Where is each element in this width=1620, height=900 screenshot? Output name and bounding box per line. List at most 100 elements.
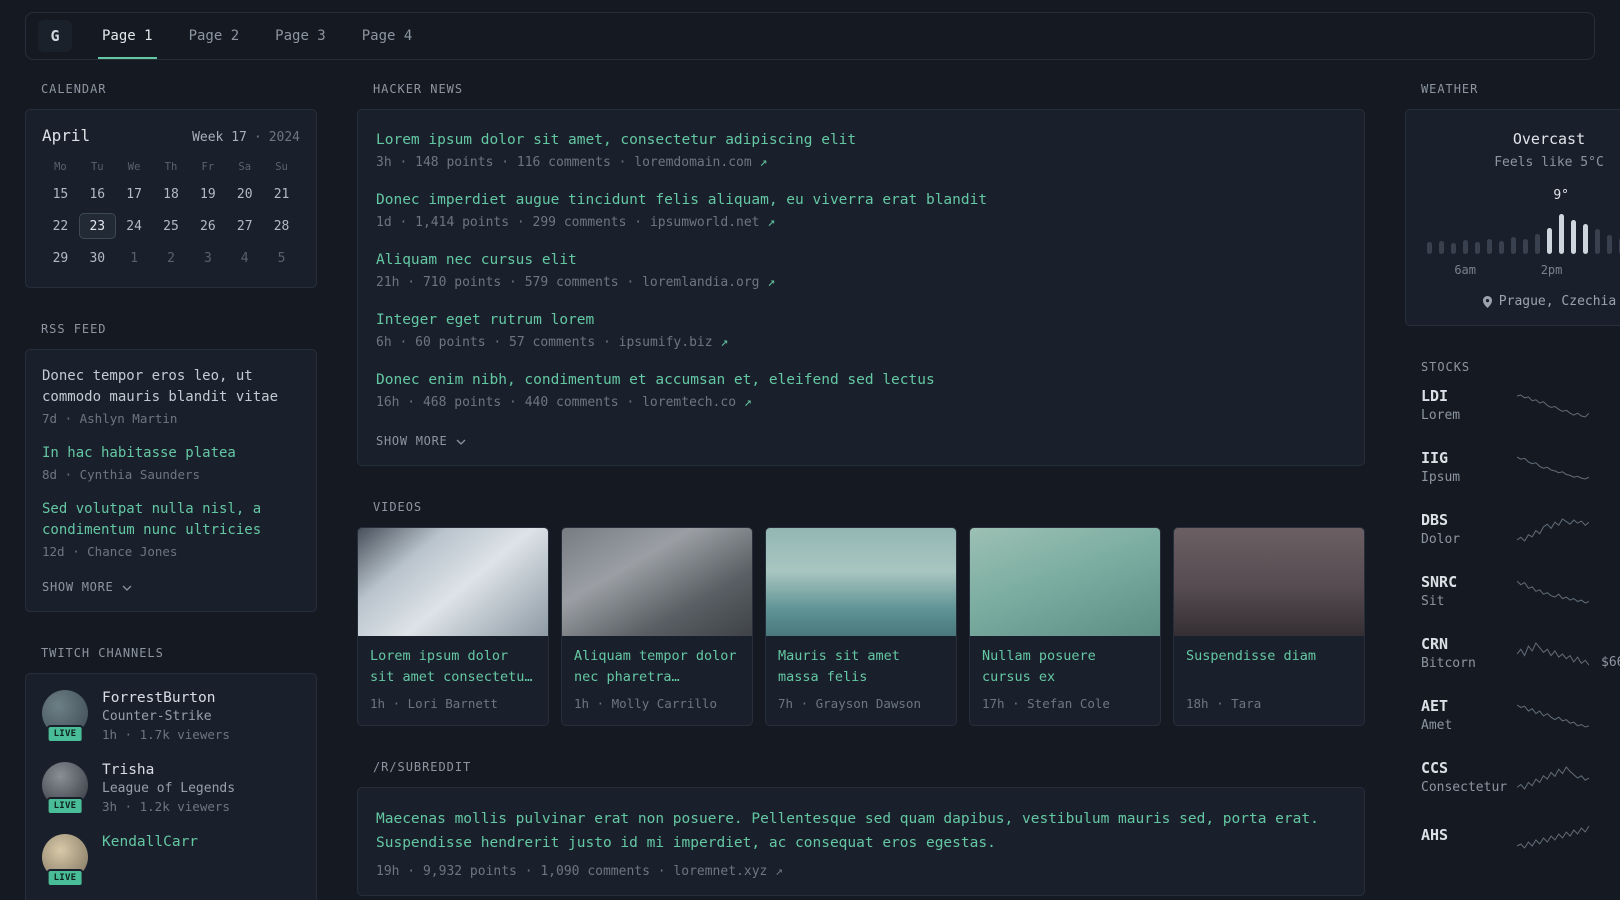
stock-row[interactable]: IIG Ipsum +2.84% $42.04 <box>1421 449 1620 485</box>
tab-page-4[interactable]: Page 4 <box>358 13 417 59</box>
hn-item-meta: 6h · 60 points · 57 comments · ipsumify.… <box>376 335 1346 350</box>
show-more-label: SHOW MORE <box>42 580 114 594</box>
stock-values: +0.51% $165.84 <box>1601 760 1620 794</box>
video-body: Aliquam tempor dolor nec pharetra… 1h · … <box>562 636 752 725</box>
video-card[interactable]: Nullam posuere cursus ex 17h · Stefan Co… <box>969 527 1161 727</box>
stock-sparkline <box>1516 638 1590 668</box>
stock-name: Bitcorn <box>1421 656 1476 671</box>
stock-symbol: AHS <box>1421 825 1449 844</box>
video-title[interactable]: Aliquam tempor dolor nec pharetra… <box>574 646 740 688</box>
video-thumbnail[interactable] <box>358 528 548 637</box>
stock-row[interactable]: AHS +0.46% <box>1421 821 1620 851</box>
subreddit-domain-link[interactable]: loremnet.xyz <box>673 864 767 879</box>
hn-item-domain-link[interactable]: loremlandia.org <box>642 275 759 290</box>
app-logo[interactable]: G <box>38 20 72 52</box>
hacker-news-widget: HACKER NEWS Lorem ipsum dolor sit amet, … <box>357 82 1365 467</box>
video-thumbnail[interactable] <box>562 528 752 637</box>
video-card[interactable]: Suspendisse diam 18h · Tara <box>1173 527 1365 727</box>
video-title[interactable]: Lorem ipsum dolor sit amet consectetu… <box>370 646 536 688</box>
twitch-channel-row[interactable]: LIVE ForrestBurton Counter-Strike 1h · 1… <box>42 690 300 743</box>
hn-item-domain-link[interactable]: ipsumify.biz <box>619 335 713 350</box>
twitch-channel-category[interactable]: Counter-Strike <box>102 709 230 724</box>
stock-sparkline <box>1516 762 1590 792</box>
rss-widget: RSS FEED Donec tempor eros leo, ut commo… <box>25 322 317 612</box>
video-thumbnail[interactable] <box>970 528 1160 637</box>
stock-sparkline <box>1516 514 1590 544</box>
stock-name: Consectetur <box>1421 780 1508 795</box>
page-tabs: Page 1 Page 2 Page 3 Page 4 <box>98 13 444 59</box>
rss-item-title[interactable]: Sed volutpat nulla nisl, a condimentum n… <box>42 499 300 541</box>
hn-item-title[interactable]: Donec enim nibh, condimentum et accumsan… <box>376 370 1346 391</box>
left-column: CALENDAR April Week 17 · 2024 Mo Tu We T… <box>25 82 317 900</box>
tab-page-1[interactable]: Page 1 <box>98 13 157 59</box>
hn-item-title[interactable]: Lorem ipsum dolor sit amet, consectetur … <box>376 130 1346 151</box>
video-thumbnail[interactable] <box>1174 528 1364 637</box>
stock-row[interactable]: LDI Lorem +4.35% $795.18 <box>1421 387 1620 423</box>
calendar-day: 28 <box>273 219 290 234</box>
stocks-widget: STOCKS LDI Lorem +4.35% $795.18 IIG <box>1405 360 1620 851</box>
stocks-widget-title: STOCKS <box>1421 360 1471 374</box>
stock-row[interactable]: SNRC Sit +1.36% $148.64 <box>1421 573 1620 609</box>
stock-price: $499.72 <box>1601 717 1620 732</box>
stock-id: DBS Dolor <box>1421 511 1517 547</box>
twitch-channel-name[interactable]: Trisha <box>102 762 235 778</box>
video-card[interactable]: Lorem ipsum dolor sit amet consectetu… 1… <box>357 527 549 727</box>
video-meta: 7h · Grayson Dawson <box>778 696 921 712</box>
stock-row[interactable]: DBS Dolor +1.42% $156.28 <box>1421 511 1620 547</box>
twitch-channel-row[interactable]: LIVE Trisha League of Legends 3h · 1.2k … <box>42 762 300 815</box>
video-title[interactable]: Nullam posuere cursus ex <box>982 646 1148 688</box>
subreddit-post-title[interactable]: Maecenas mollis pulvinar erat non posuer… <box>376 808 1346 856</box>
hacker-news-widget-title: HACKER NEWS <box>373 82 464 96</box>
video-thumbnail[interactable] <box>766 528 956 637</box>
rss-item-title[interactable]: Donec tempor eros leo, ut commodo mauris… <box>42 366 300 408</box>
tab-page-2[interactable]: Page 2 <box>185 13 244 59</box>
hn-item: Lorem ipsum dolor sit amet, consectetur … <box>376 130 1346 170</box>
calendar-day-selected: 23 <box>78 213 116 239</box>
calendar-day-next-month: 3 <box>203 251 212 266</box>
external-link-icon: ↗ <box>759 155 768 171</box>
hn-item-domain-link[interactable]: ipsumworld.net <box>650 215 760 230</box>
weather-condition: Overcast <box>1512 130 1586 148</box>
rss-item-title[interactable]: In hac habitasse platea <box>42 443 300 464</box>
external-link-icon: ↗ <box>743 395 752 411</box>
calendar-day: 15 <box>52 187 69 202</box>
stock-id: CCS Consectetur <box>1421 759 1517 795</box>
video-title[interactable]: Suspendisse diam <box>1186 646 1352 688</box>
subreddit-meta-text: 19h · 9,932 points · 1,090 comments · <box>376 863 674 879</box>
calendar-day: 17 <box>126 187 142 202</box>
hn-item-title[interactable]: Integer eget rutrum lorem <box>376 310 1346 331</box>
live-badge: LIVE <box>46 869 84 887</box>
stock-symbol: SNRC <box>1421 573 1458 591</box>
stock-sparkline <box>1516 821 1590 851</box>
stock-change: +0.92% <box>1601 698 1620 714</box>
hn-meta-text: 3h · 148 points · 116 comments · <box>376 155 635 171</box>
calendar-week-label: Week 17 <box>192 130 247 145</box>
stock-change: +4.35% <box>1601 388 1620 404</box>
tab-page-3[interactable]: Page 3 <box>271 13 330 59</box>
video-title[interactable]: Mauris sit amet massa felis <box>778 646 944 688</box>
stock-row[interactable]: CRN Bitcorn -1.00% $66,171.48 <box>1421 635 1620 671</box>
stock-id: SNRC Sit <box>1421 573 1517 609</box>
rss-item-meta: 12d · Chance Jones <box>42 544 178 559</box>
video-card[interactable]: Mauris sit amet massa felis 7h · Grayson… <box>765 527 957 727</box>
rss-show-more-button[interactable]: SHOW MORE <box>42 580 132 594</box>
stock-id: IIG Ipsum <box>1421 449 1517 485</box>
subreddit-widget-title: /R/SUBREDDIT <box>373 760 472 775</box>
twitch-channel-name[interactable]: KendallCarr <box>102 834 198 850</box>
hn-item: Integer eget rutrum lorem 6h · 60 points… <box>376 310 1346 350</box>
hn-show-more-button[interactable]: SHOW MORE <box>376 434 466 448</box>
twitch-channel-category[interactable]: League of Legends <box>102 781 235 796</box>
hn-item-domain-link[interactable]: loremtech.co <box>642 395 736 410</box>
rss-item: Sed volutpat nulla nisl, a condimentum n… <box>42 499 300 559</box>
rss-widget-title: RSS FEED <box>41 322 107 336</box>
twitch-channel-row[interactable]: LIVE KendallCarr <box>42 834 300 887</box>
weather-widget-title: WEATHER <box>1421 82 1479 96</box>
hn-item-domain-link[interactable]: loremdomain.com <box>634 155 751 170</box>
calendar-day: 29 <box>52 251 69 266</box>
stock-row[interactable]: AET Amet +0.92% $499.72 <box>1421 697 1620 733</box>
hn-item-title[interactable]: Donec imperdiet augue tincidunt felis al… <box>376 190 1346 211</box>
video-card[interactable]: Aliquam tempor dolor nec pharetra… 1h · … <box>561 527 753 727</box>
twitch-channel-name[interactable]: ForrestBurton <box>102 690 230 706</box>
stock-row[interactable]: CCS Consectetur +0.51% $165.84 <box>1421 759 1620 795</box>
hn-item-title[interactable]: Aliquam nec cursus elit <box>376 250 1346 271</box>
